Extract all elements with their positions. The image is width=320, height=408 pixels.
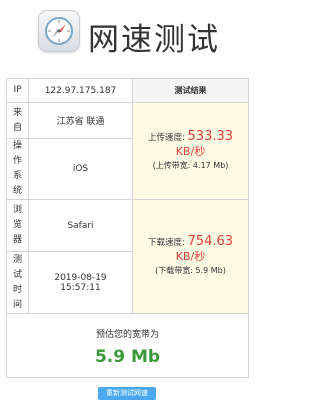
from-value: 江苏省 联通 bbox=[28, 102, 133, 139]
estimate-label: 预估您的宽带为 bbox=[95, 329, 159, 340]
speed-result-table: IP 122.97.175.187 测试结果 来自 江苏省 联通 上传速度: 5… bbox=[6, 78, 249, 378]
download-bandwidth: (下载带宽: 5.9 Mb) bbox=[155, 266, 226, 275]
os-label: 操作系统 bbox=[6, 138, 29, 200]
retest-button[interactable]: 重新测试网速 bbox=[98, 387, 156, 400]
compass-icon bbox=[38, 10, 80, 52]
download-label: 下载速度: bbox=[147, 238, 185, 248]
upload-speed-value: 533.33 bbox=[187, 128, 234, 144]
test-clock: 15:57:11 bbox=[60, 282, 101, 293]
table-row: 浏览器 Safari 下载速度: 754.63 KB/秒 (下载带宽: 5.9 … bbox=[6, 199, 249, 314]
browser-value: Safari bbox=[28, 199, 133, 252]
browser-label: 浏览器 bbox=[6, 199, 29, 252]
upload-result: 上传速度: 533.33 KB/秒 (上传带宽: 4.17 Mb) bbox=[132, 102, 249, 200]
upload-speed-unit: KB/秒 bbox=[175, 144, 206, 158]
header: 网速测试 bbox=[0, 0, 255, 70]
table-row: IP 122.97.175.187 测试结果 bbox=[6, 78, 249, 103]
ip-label: IP bbox=[6, 78, 29, 103]
table-row: 来自 江苏省 联通 上传速度: 533.33 KB/秒 (上传带宽: 4.17 … bbox=[6, 102, 249, 200]
os-value: iOS bbox=[28, 138, 133, 200]
download-result: 下载速度: 754.63 KB/秒 (下载带宽: 5.9 Mb) bbox=[132, 199, 249, 314]
ip-value: 122.97.175.187 bbox=[28, 78, 133, 103]
page-title: 网速测试 bbox=[88, 22, 220, 58]
test-date: 2019-08-19 bbox=[54, 272, 107, 283]
test-time: 2019-08-19 15:57:11 bbox=[28, 251, 133, 314]
upload-label: 上传速度: bbox=[147, 132, 185, 143]
from-label: 来自 bbox=[6, 102, 29, 139]
table-row: 预估您的宽带为 5.9 Mb bbox=[6, 313, 249, 378]
result-header: 测试结果 bbox=[132, 78, 249, 103]
bandwidth-estimate: 预估您的宽带为 5.9 Mb bbox=[6, 313, 249, 378]
download-speed-unit: KB/秒 bbox=[175, 250, 206, 263]
time-label: 测试时间 bbox=[6, 251, 29, 314]
estimate-value: 5.9 Mb bbox=[94, 346, 161, 367]
download-speed-value: 754.63 bbox=[187, 234, 234, 249]
upload-bandwidth: (上传带宽: 4.17 Mb) bbox=[152, 160, 229, 170]
